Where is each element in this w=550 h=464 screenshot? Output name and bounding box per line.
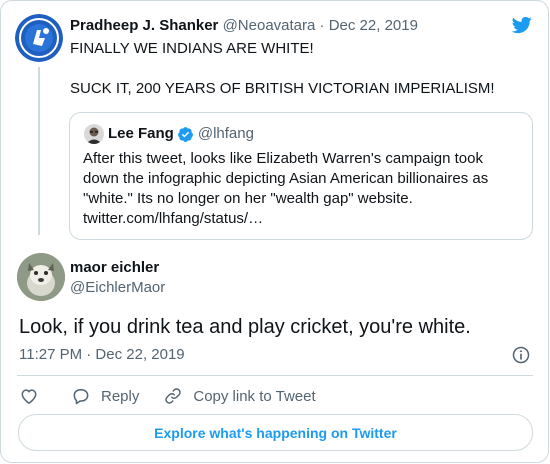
copy-link-label: Copy link to Tweet: [193, 387, 316, 405]
twitter-bird-icon[interactable]: [511, 15, 533, 35]
parent-author-name[interactable]: Pradheep J. Shanker: [70, 17, 218, 34]
thread-connector-line: [38, 67, 40, 235]
explore-twitter-button[interactable]: Explore what's happening on Twitter: [18, 414, 533, 451]
parent-author-avatar[interactable]: [15, 14, 63, 62]
quoted-tweet-text: After this tweet, looks like Elizabeth W…: [83, 150, 489, 227]
quoted-author-name: Lee Fang: [108, 125, 174, 142]
action-bar: Reply Copy link to Tweet: [19, 385, 316, 407]
reply-label: Reply: [101, 387, 140, 405]
reply-bubble-icon: [73, 389, 89, 405]
avatar-person-icon: [84, 124, 104, 144]
quoted-tweet-card[interactable]: Lee Fang @lhfang After this tweet, looks…: [69, 112, 533, 240]
avatar-dog-icon: [17, 253, 65, 301]
reply-button[interactable]: Reply: [71, 386, 139, 406]
quoted-author-handle: @lhfang: [197, 125, 254, 142]
parent-author-handle[interactable]: @Neoavatara: [223, 17, 316, 34]
parent-tweet-text: FINALLY WE INDIANS ARE WHITE! SUCK IT, 2…: [70, 39, 530, 99]
quoted-author-avatar: [84, 124, 104, 144]
parent-text-line1: FINALLY WE INDIANS ARE WHITE!: [70, 40, 314, 57]
parent-date[interactable]: Dec 22, 2019: [329, 17, 418, 34]
avatar-emblem-icon: [15, 14, 63, 62]
copy-link-button[interactable]: Copy link to Tweet: [163, 386, 316, 406]
parent-separator: ·: [319, 17, 325, 34]
parent-tweet-header: Pradheep J. Shanker @Neoavatara · Dec 22…: [70, 16, 418, 36]
main-author-handle[interactable]: @EichlerMaor: [70, 278, 165, 298]
action-divider: [17, 375, 533, 376]
embedded-tweet-card: Pradheep J. Shanker @Neoavatara · Dec 22…: [0, 0, 549, 463]
heart-icon: [21, 389, 37, 404]
link-icon: [165, 388, 182, 404]
parent-text-line2: SUCK IT, 200 YEARS OF BRITISH VICTORIAN …: [70, 80, 495, 97]
main-author-name[interactable]: maor eichler: [70, 258, 159, 278]
quoted-tweet-header: Lee Fang @lhfang: [108, 124, 254, 144]
verified-badge-icon: [177, 126, 193, 142]
tweet-timestamp[interactable]: 11:27 PM · Dec 22, 2019: [19, 345, 185, 365]
like-button[interactable]: [19, 386, 39, 406]
main-tweet-text: Look, if you drink tea and play cricket,…: [19, 316, 471, 338]
info-icon[interactable]: [511, 345, 531, 365]
main-author-avatar[interactable]: [17, 253, 65, 301]
